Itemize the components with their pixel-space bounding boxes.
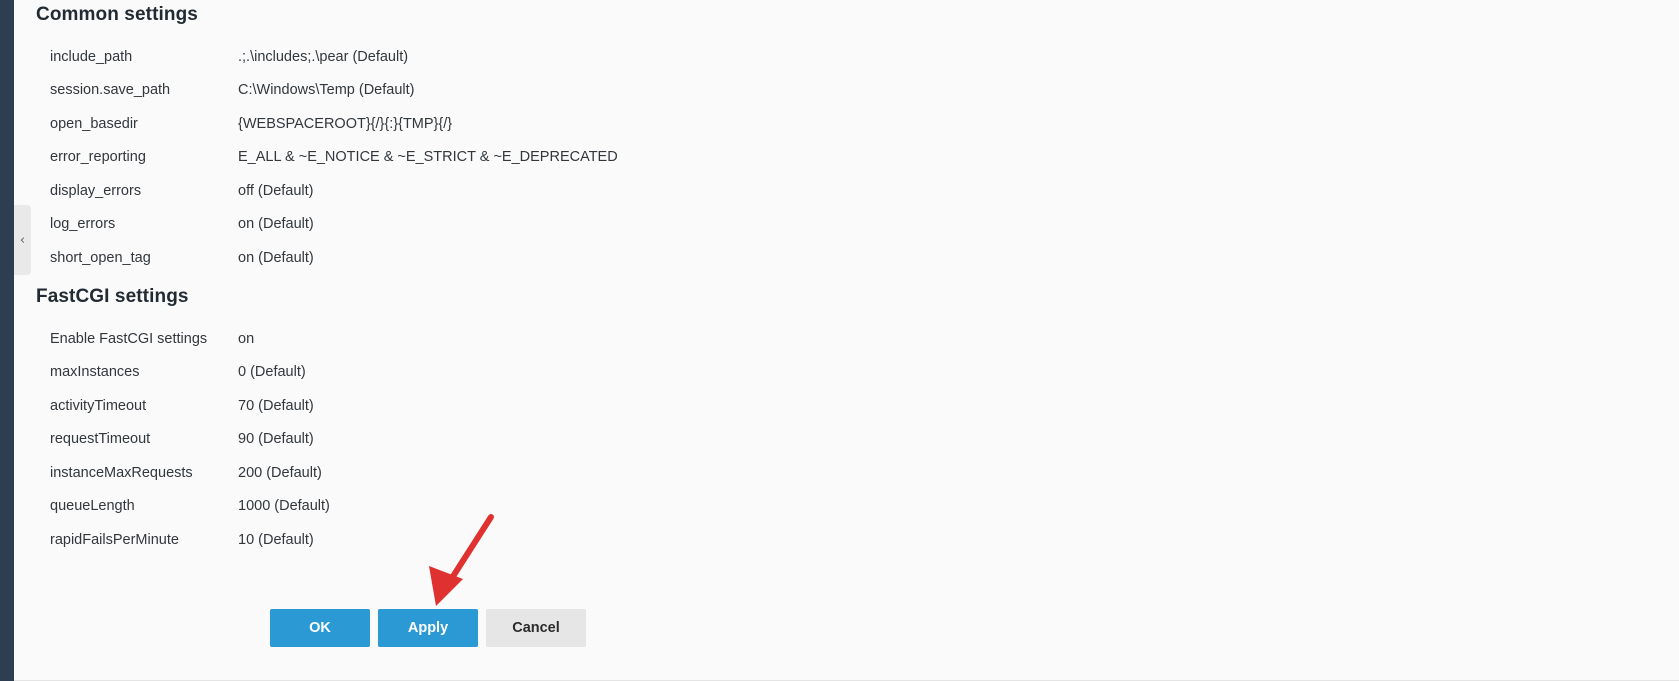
table-row[interactable]: short_open_tag on (Default) (36, 241, 618, 275)
section-common-settings: Common settings include_path .;.\include… (36, 4, 1679, 275)
setting-key: rapidFailsPerMinute (50, 531, 179, 548)
setting-key: session.save_path (50, 82, 171, 99)
setting-value: 10 (Default) (238, 531, 314, 548)
sidebar-collapse-handle[interactable]: ‹ (14, 205, 31, 275)
setting-value: C:\Windows\Temp (Default) (238, 82, 415, 99)
app-root: Common settings include_path .;.\include… (0, 0, 1679, 681)
setting-value: 200 (Default) (238, 464, 322, 481)
setting-key: queueLength (50, 498, 135, 515)
fastcgi-settings-table: Enable FastCGI settings on maxInstances … (36, 322, 330, 557)
section-title-common-settings: Common settings (36, 4, 198, 25)
setting-value: 0 (Default) (238, 364, 306, 381)
table-row[interactable]: error_reporting E_ALL & ~E_NOTICE & ~E_S… (36, 141, 618, 175)
setting-value: E_ALL & ~E_NOTICE & ~E_STRICT & ~E_DEPRE… (238, 149, 618, 166)
table-row[interactable]: requestTimeout 90 (Default) (36, 423, 330, 457)
table-row[interactable]: open_basedir {WEBSPACEROOT}{/}{:}{TMP}{/… (36, 107, 618, 141)
form-action-buttons: OK Apply Cancel (270, 609, 586, 647)
table-row[interactable]: instanceMaxRequests 200 (Default) (36, 456, 330, 490)
section-title-fastcgi-settings: FastCGI settings (36, 286, 189, 307)
settings-content-pane: Common settings include_path .;.\include… (14, 0, 1679, 681)
setting-key: short_open_tag (50, 249, 151, 266)
table-row[interactable]: log_errors on (Default) (36, 208, 618, 242)
setting-key: log_errors (50, 216, 116, 233)
setting-value: on (238, 330, 255, 347)
setting-key: include_path (50, 48, 133, 65)
table-row[interactable]: queueLength 1000 (Default) (36, 490, 330, 524)
setting-key: Enable FastCGI settings (50, 330, 208, 347)
table-row[interactable]: rapidFailsPerMinute 10 (Default) (36, 523, 330, 557)
setting-value: .;.\includes;.\pear (Default) (238, 48, 409, 65)
setting-value: 1000 (Default) (238, 498, 330, 515)
setting-key: error_reporting (50, 149, 146, 166)
table-row[interactable]: include_path .;.\includes;.\pear (Defaul… (36, 40, 618, 74)
setting-key: maxInstances (50, 364, 140, 381)
table-row[interactable]: display_errors off (Default) (36, 174, 618, 208)
setting-value: {WEBSPACEROOT}{/}{:}{TMP}{/} (238, 115, 453, 132)
setting-key: requestTimeout (50, 431, 151, 448)
table-row[interactable]: maxInstances 0 (Default) (36, 356, 330, 390)
setting-value: on (Default) (238, 249, 314, 266)
chevron-left-icon: ‹ (19, 232, 26, 248)
common-settings-table: include_path .;.\includes;.\pear (Defaul… (36, 40, 618, 275)
setting-key: display_errors (50, 182, 142, 199)
setting-value: 70 (Default) (238, 397, 314, 414)
setting-value: off (Default) (238, 182, 314, 199)
setting-key: activityTimeout (50, 397, 147, 414)
cancel-button[interactable]: Cancel (486, 609, 586, 647)
setting-key: instanceMaxRequests (50, 464, 193, 481)
section-fastcgi-settings: FastCGI settings Enable FastCGI settings… (36, 286, 1679, 557)
table-row[interactable]: session.save_path C:\Windows\Temp (Defau… (36, 74, 618, 108)
setting-value: on (Default) (238, 216, 314, 233)
left-nav-rail (0, 0, 14, 681)
table-row[interactable]: Enable FastCGI settings on (36, 322, 330, 356)
setting-key: open_basedir (50, 115, 138, 132)
table-row[interactable]: activityTimeout 70 (Default) (36, 389, 330, 423)
ok-button[interactable]: OK (270, 609, 370, 647)
apply-button[interactable]: Apply (378, 609, 478, 647)
setting-value: 90 (Default) (238, 431, 314, 448)
